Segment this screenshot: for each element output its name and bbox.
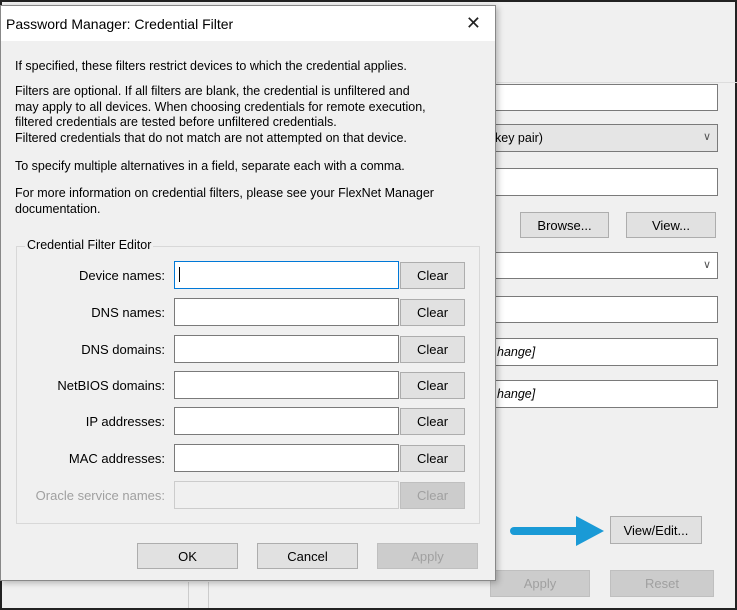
mac-addresses-input[interactable] bbox=[174, 444, 399, 472]
ok-button[interactable]: OK bbox=[137, 543, 238, 569]
dns-domains-input[interactable] bbox=[174, 335, 399, 363]
apply-button: Apply bbox=[377, 543, 478, 569]
text-line: documentation. bbox=[15, 201, 101, 216]
view-edit-button[interactable]: View/Edit... bbox=[610, 516, 702, 544]
field-label: IP addresses: bbox=[85, 414, 165, 429]
oracle-service-names-input bbox=[174, 481, 399, 509]
field-label: Device names: bbox=[79, 268, 165, 283]
divider bbox=[188, 582, 189, 608]
combo-text: key pair) bbox=[495, 131, 543, 145]
text-line: For more information on credential filte… bbox=[15, 186, 434, 200]
multiple-text: To specify multiple alternatives in a fi… bbox=[15, 159, 405, 173]
background-input-3[interactable] bbox=[472, 296, 718, 323]
clear-dns-domains-button[interactable]: Clear bbox=[400, 336, 465, 363]
chevron-down-icon: ∨ bbox=[702, 131, 711, 144]
arrow-icon bbox=[510, 516, 604, 546]
title-bar: Password Manager: Credential Filter ✕ bbox=[1, 6, 495, 41]
background-combo-2[interactable]: ∨ bbox=[472, 252, 718, 279]
dialog-title: Password Manager: Credential Filter bbox=[6, 15, 234, 32]
chevron-down-icon: ∨ bbox=[702, 258, 711, 271]
optional-text: Filters are optional. If all filters are… bbox=[15, 84, 485, 146]
group-title: Credential Filter Editor bbox=[25, 238, 154, 252]
background-input-4[interactable]: hange] bbox=[472, 338, 718, 366]
close-icon[interactable]: ✕ bbox=[466, 13, 481, 34]
device-names-input[interactable] bbox=[174, 261, 399, 289]
field-text: hange] bbox=[497, 345, 536, 359]
netbios-domains-input[interactable] bbox=[174, 371, 399, 399]
view-button[interactable]: View... bbox=[626, 212, 716, 238]
background-input-5[interactable]: hange] bbox=[472, 380, 718, 408]
clear-device-names-button[interactable]: Clear bbox=[400, 262, 465, 289]
credential-filter-dialog: Password Manager: Credential Filter ✕ If… bbox=[0, 5, 496, 581]
background-input-2[interactable] bbox=[472, 168, 718, 196]
text-cursor bbox=[179, 267, 180, 282]
field-label: DNS names: bbox=[91, 305, 165, 320]
clear-ip-addresses-button[interactable]: Clear bbox=[400, 408, 465, 435]
clear-netbios-domains-button[interactable]: Clear bbox=[400, 372, 465, 399]
reset-button[interactable]: Reset bbox=[610, 570, 714, 597]
clear-mac-addresses-button[interactable]: Clear bbox=[400, 445, 465, 472]
field-label: DNS domains: bbox=[81, 342, 165, 357]
intro-text: If specified, these filters restrict dev… bbox=[15, 59, 407, 73]
browse-button[interactable]: Browse... bbox=[520, 212, 609, 238]
divider bbox=[208, 582, 209, 608]
background-input-1[interactable] bbox=[472, 84, 718, 111]
text-line: Filtered credentials that do not match a… bbox=[15, 130, 407, 145]
dns-names-input[interactable] bbox=[174, 298, 399, 326]
field-label: MAC addresses: bbox=[68, 451, 165, 466]
cancel-button[interactable]: Cancel bbox=[257, 543, 358, 569]
text-line: Filters are optional. If all filters are… bbox=[15, 84, 410, 98]
field-text: hange] bbox=[497, 387, 536, 401]
text-line: may apply to all devices. When choosing … bbox=[15, 99, 426, 114]
separator bbox=[497, 82, 737, 83]
background-apply-button[interactable]: Apply bbox=[490, 570, 590, 597]
credential-filter-editor: Credential Filter Editor Device names: C… bbox=[16, 238, 480, 524]
more-info-text: For more information on credential filte… bbox=[15, 186, 485, 217]
clear-dns-names-button[interactable]: Clear bbox=[400, 299, 465, 326]
field-label: Oracle service names: bbox=[35, 488, 165, 503]
text-line: filtered credentials are tested before u… bbox=[15, 115, 337, 129]
field-label: NetBIOS domains: bbox=[57, 378, 165, 393]
background-combo-1[interactable]: key pair) ∨ bbox=[472, 124, 718, 152]
clear-oracle-service-names-button: Clear bbox=[400, 482, 465, 509]
ip-addresses-input[interactable] bbox=[174, 407, 399, 435]
